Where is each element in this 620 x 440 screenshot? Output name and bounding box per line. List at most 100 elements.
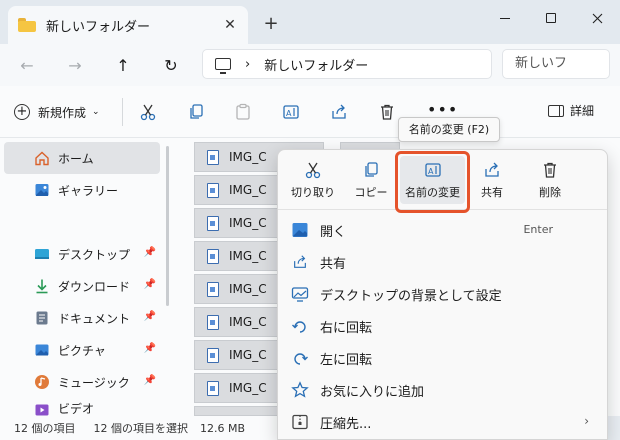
pin-icon[interactable]: 📌 [144,311,156,322]
share-icon [294,255,306,268]
scissors-icon [305,162,321,179]
shortcut-label: Enter [523,223,553,236]
maximize-button[interactable] [528,4,574,32]
delete-action[interactable]: 削除 [530,156,570,204]
sidebar-item-pictures[interactable]: ピクチャ 📌 [4,334,160,366]
file-name: IMG_C [229,216,267,230]
sidebar-item-label: ギャラリー [58,183,119,198]
rename-tooltip: 名前の変更 (F2) [398,117,500,142]
tab-new-folder[interactable]: 新しいフォルダー ✕ [8,6,248,44]
pin-icon[interactable]: 📌 [144,375,156,386]
menu-item-rotate-right[interactable]: 右に回転 [278,310,607,342]
delete-button[interactable] [375,100,399,124]
breadcrumb-chevron-icon: › [245,56,251,72]
menu-item-open[interactable]: 開く Enter [278,214,607,246]
menu-item-add-favorite[interactable]: お気に入りに追加 [278,374,607,406]
breadcrumb-folder[interactable]: 新しいフォルダー [264,55,368,74]
menu-item-label: 圧縮先... [320,416,372,432]
new-button[interactable]: + 新規作成 ⌄ [14,100,100,124]
copy-button[interactable] [184,100,208,124]
copy-icon [365,162,378,177]
image-file-icon [207,315,219,330]
menu-item-compress[interactable]: 圧縮先... › [278,406,607,438]
minimize-button[interactable] [482,4,528,32]
menu-item-label: お気に入りに追加 [320,384,425,400]
selected-size: 12.6 MB [200,421,246,435]
chevron-right-icon: › [584,414,589,428]
rotate-left-icon [294,353,308,365]
title-bar: 新しいフォルダー ✕ + [0,0,620,44]
menu-item-label: 開く [320,224,347,240]
action-label: コピー [354,186,388,199]
computer-icon [215,58,231,74]
menu-item-label: 左に回転 [320,352,373,368]
forward-button[interactable]: → [60,51,90,79]
share-action[interactable]: 共有 [472,156,512,204]
divider [122,98,123,126]
new-tab-button[interactable]: + [258,12,284,38]
pin-icon[interactable]: 📌 [144,247,156,258]
zip-icon [292,414,308,430]
sidebar-item-label: ビデオ [58,402,95,416]
folder-icon [18,18,36,32]
paste-button[interactable] [231,100,255,124]
rotate-right-icon [292,321,306,333]
home-icon [35,151,49,166]
menu-item-share[interactable]: 共有 [278,246,607,278]
sidebar-item-videos[interactable]: ビデオ [4,398,160,416]
item-count: 12 個の項目 [14,422,76,435]
menu-item-set-wallpaper[interactable]: デスクトップの背景として設定 [278,278,607,310]
sidebar-item-home[interactable]: ホーム [4,142,160,174]
file-name: IMG_C [229,315,267,329]
back-button[interactable]: ← [12,51,42,79]
sidebar-item-documents[interactable]: ドキュメント 📌 [4,302,160,334]
share-button[interactable] [327,100,351,124]
sidebar-scrollbar[interactable] [166,146,169,306]
sidebar-item-label: ピクチャ [58,343,106,358]
clipboard-icon [236,103,250,120]
share-icon [485,162,499,177]
image-file-icon [207,381,219,396]
share-icon [332,104,346,119]
selected-count: 12 個の項目を選択 [93,422,189,435]
pin-icon[interactable]: 📌 [144,279,156,290]
sidebar-item-gallery[interactable]: ギャラリー [4,174,160,206]
context-menu-actions: 切り取り コピー A 名前の変更 共有 削除 [278,150,607,213]
sidebar-item-desktop[interactable]: デスクトップ 📌 [4,238,160,270]
menu-item-rotate-left[interactable]: 左に回転 [278,342,607,374]
context-menu: 切り取り コピー A 名前の変更 共有 削除 開く Enter 共有 デスクトッ… [277,149,608,440]
search-input[interactable]: 新しいフ [502,49,610,79]
address-bar[interactable]: › 新しいフォルダー [202,49,492,79]
plus-icon: + [14,104,30,120]
chevron-down-icon: ⌄ [92,107,100,117]
refresh-button[interactable]: ↻ [156,51,186,79]
up-button[interactable]: ↑ [108,51,138,79]
close-window-button[interactable] [574,4,620,32]
copy-action[interactable]: コピー [348,156,394,204]
action-label: 切り取り [291,186,335,199]
tab-close-icon[interactable]: ✕ [218,17,242,33]
cut-action[interactable]: 切り取り [286,156,340,204]
action-label: 共有 [481,186,503,199]
details-pane-button[interactable]: 詳細 [548,102,594,119]
details-pane-icon [548,104,564,117]
pin-icon[interactable]: 📌 [144,343,156,354]
copy-icon [190,104,203,119]
menu-item-label: 右に回転 [320,320,373,336]
document-icon [36,311,48,325]
file-name: IMG_C [229,183,267,197]
open-icon [292,223,308,237]
action-label: 削除 [539,186,561,199]
image-file-icon [207,216,219,231]
close-icon [592,13,602,23]
sidebar-item-label: ドキュメント [58,311,131,326]
status-bar: 12 個の項目 12 個の項目を選択 12.6 MB [0,416,277,440]
rename-icon: A [283,105,299,119]
trash-icon [544,162,556,178]
rename-button[interactable]: A [279,100,303,124]
sidebar-item-downloads[interactable]: ダウンロード 📌 [4,270,160,302]
sidebar-item-music[interactable]: ミュージック 📌 [4,366,160,398]
cut-button[interactable] [136,100,160,124]
star-icon [291,381,309,398]
details-label: 詳細 [570,104,595,118]
